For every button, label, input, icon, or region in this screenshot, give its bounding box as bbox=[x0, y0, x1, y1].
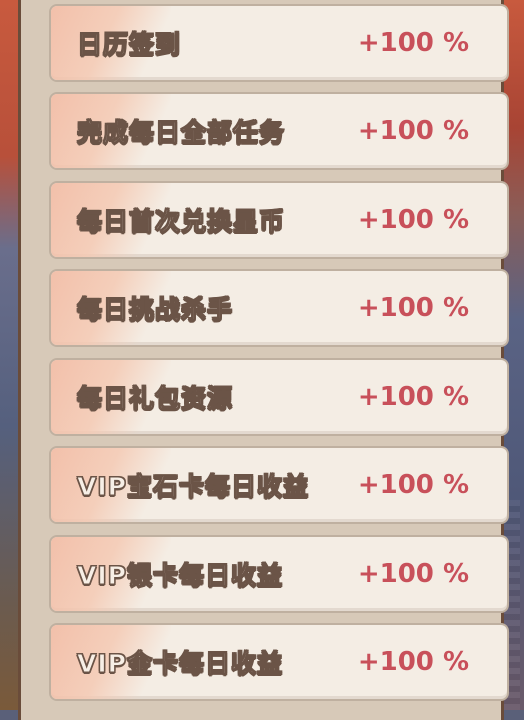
bonus-panel: 日历签到 +100 % 完成每日全部任务 +100 % 每日首次兑换星币 +10… bbox=[18, 0, 509, 720]
bonus-row-daily-gift-pack: 每日礼包资源 +100 % bbox=[49, 358, 509, 436]
bonus-row-value: +100 % bbox=[357, 470, 469, 500]
bonus-row-label: 日历签到 bbox=[76, 30, 182, 60]
bonus-row-label: 每日挑战杀手 bbox=[76, 295, 234, 325]
bonus-row-daily-tasks: 完成每日全部任务 +100 % bbox=[49, 92, 509, 170]
bonus-row-value: +100 % bbox=[357, 647, 469, 677]
bonus-row-star-coin-exchange: 每日首次兑换星币 +100 % bbox=[49, 181, 509, 259]
bonus-row-value: +100 % bbox=[357, 559, 469, 589]
bonus-row-value: +100 % bbox=[357, 28, 469, 58]
bonus-row-value: +100 % bbox=[357, 116, 469, 146]
bonus-row-value: +100 % bbox=[357, 293, 469, 323]
bonus-row-vip-gem-card: VIP宝石卡每日收益 +100 % bbox=[49, 446, 509, 524]
bonus-row-label: 每日首次兑换星币 bbox=[76, 207, 286, 237]
bonus-row-label: 每日礼包资源 bbox=[76, 384, 234, 414]
bonus-row-value: +100 % bbox=[357, 382, 469, 412]
bonus-row-calendar-checkin: 日历签到 +100 % bbox=[49, 4, 509, 82]
bonus-row-label: VIP宝石卡每日收益 bbox=[77, 472, 309, 502]
bonus-row-killer-challenge: 每日挑战杀手 +100 % bbox=[49, 269, 509, 347]
bonus-row-vip-silver-card: VIP银卡每日收益 +100 % bbox=[49, 535, 509, 613]
bonus-row-vip-gold-card: VIP金卡每日收益 +100 % bbox=[49, 623, 509, 701]
bonus-row-label: VIP银卡每日收益 bbox=[77, 561, 283, 591]
bonus-row-label: 完成每日全部任务 bbox=[76, 118, 286, 148]
bonus-row-label: VIP金卡每日收益 bbox=[77, 649, 283, 679]
bonus-row-value: +100 % bbox=[357, 205, 469, 235]
